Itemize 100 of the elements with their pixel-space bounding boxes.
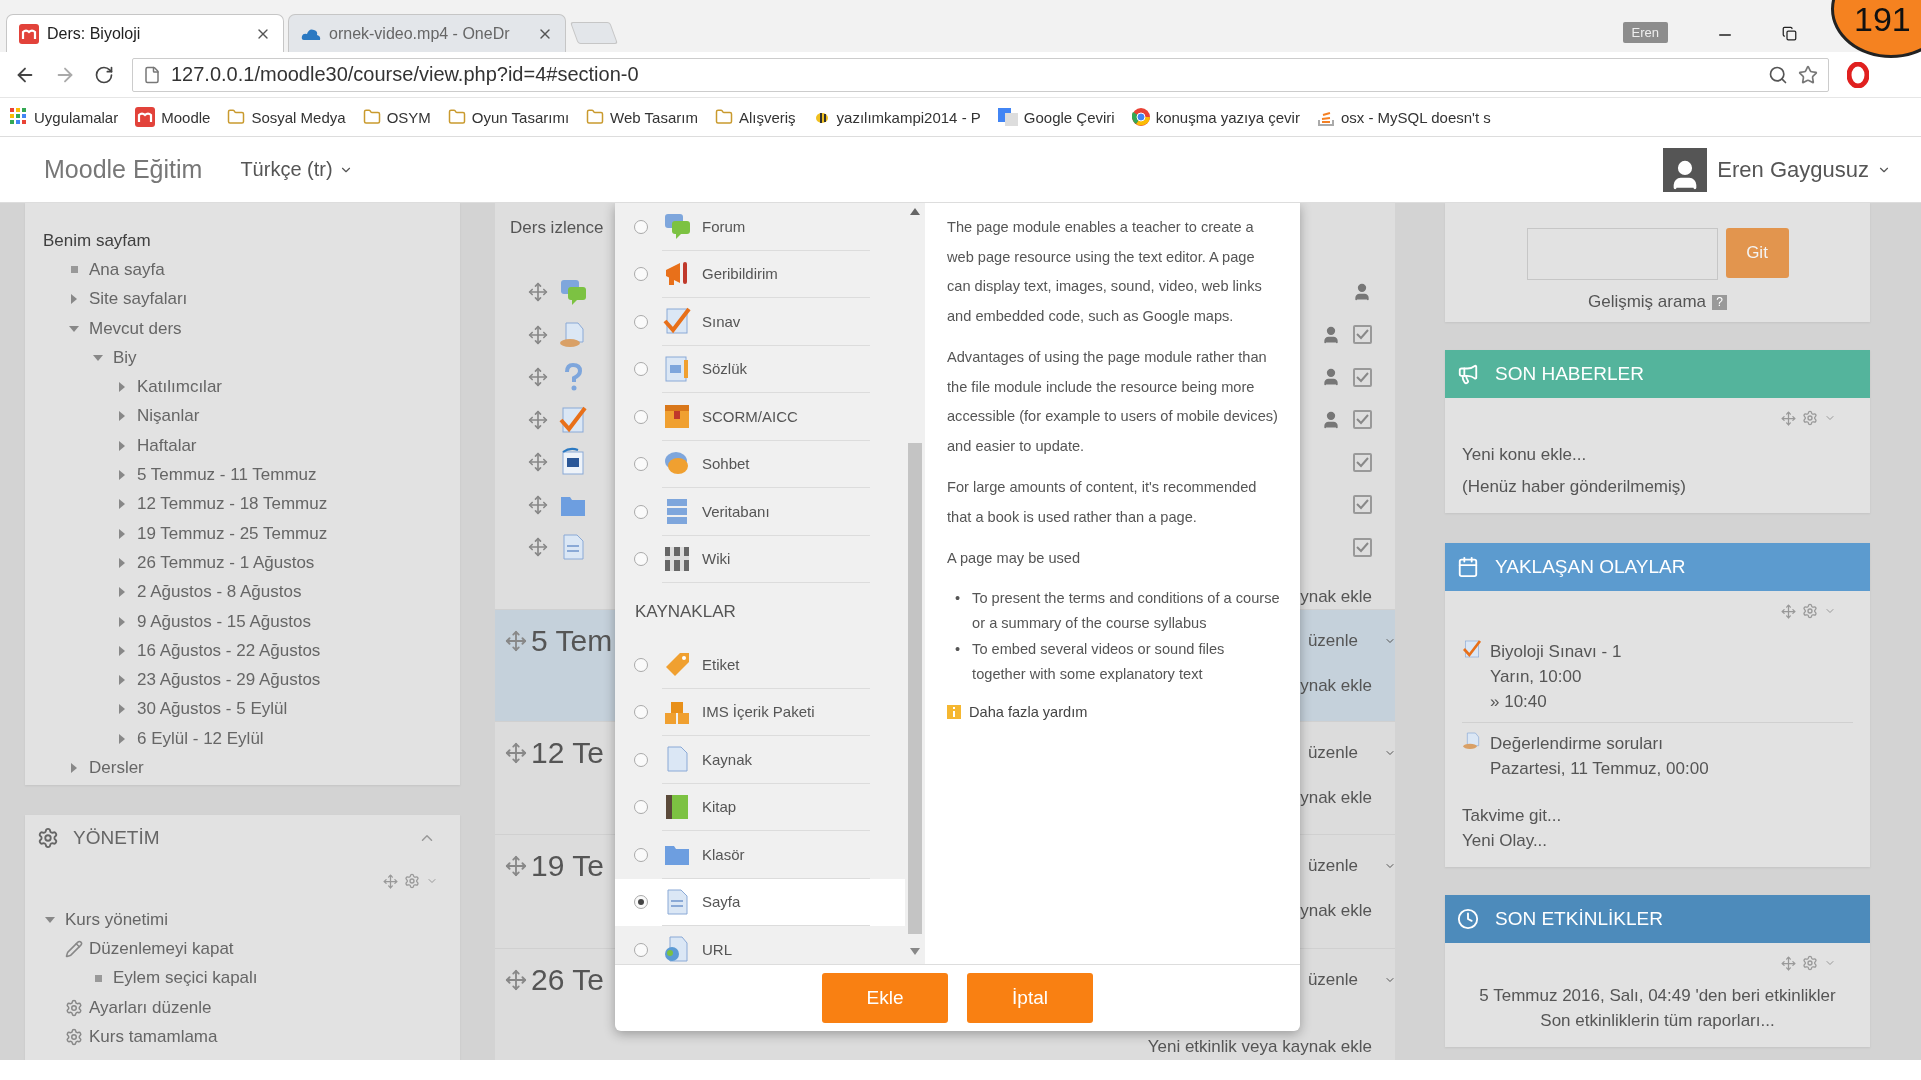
collapsed-arrow-icon[interactable] <box>117 704 127 715</box>
move-icon[interactable] <box>528 409 548 430</box>
tree-item[interactable]: 30 Ağustos - 5 Eylül <box>137 699 288 720</box>
tree-item[interactable]: Ana sayfa <box>89 259 165 280</box>
person-icon[interactable] <box>1321 367 1341 388</box>
module-option[interactable]: Sınav <box>615 298 905 346</box>
calendar-link[interactable]: Yeni Olay... <box>1462 828 1853 853</box>
bookmark[interactable]: Uygulamalar <box>10 108 119 126</box>
reload-icon[interactable] <box>94 64 114 85</box>
collapsed-arrow-icon[interactable] <box>117 382 127 393</box>
completion-checkbox[interactable] <box>1353 537 1372 557</box>
move-icon[interactable] <box>528 452 548 473</box>
radio-button[interactable] <box>634 942 648 957</box>
tree-item[interactable]: 23 Ağustos - 29 Ağustos <box>137 670 321 691</box>
restore-icon[interactable] <box>1782 26 1797 41</box>
radio-button[interactable] <box>634 752 648 767</box>
completion-checkbox[interactable] <box>1353 410 1372 430</box>
bookmark[interactable]: Google Çeviri <box>997 108 1115 126</box>
browser-tab[interactable]: ornek-video.mp4 - OneDr <box>288 14 566 52</box>
move-icon[interactable] <box>528 537 548 558</box>
more-help-link[interactable]: Daha fazla yardım <box>947 697 1088 727</box>
news-link[interactable]: Yeni konu ekle... <box>1462 442 1853 467</box>
tree-item[interactable]: Biy <box>113 347 137 368</box>
collapsed-arrow-icon[interactable] <box>117 616 127 627</box>
bookmark[interactable]: Sosyal Medya <box>227 108 346 126</box>
module-option[interactable]: Sözlük <box>615 345 905 393</box>
edit-menu[interactable]: üzenle <box>1307 969 1396 990</box>
collapsed-arrow-icon[interactable] <box>117 499 127 510</box>
tree-item[interactable]: Site sayfaları <box>89 289 188 310</box>
collapsed-arrow-icon[interactable] <box>117 557 127 568</box>
reports-link[interactable]: Son etkinliklerin tüm raporları... <box>1462 1008 1853 1033</box>
new-tab-button[interactable] <box>570 22 618 44</box>
scrollbar-thumb[interactable] <box>908 443 922 935</box>
move-icon[interactable] <box>528 367 548 388</box>
search-field[interactable] <box>1526 228 1718 280</box>
bookmark[interactable]: Moodle <box>135 107 211 127</box>
person-icon[interactable] <box>1321 409 1341 430</box>
radio-button[interactable] <box>634 409 648 424</box>
radio-button[interactable] <box>634 219 648 234</box>
radio-button[interactable] <box>634 504 648 519</box>
tree-item[interactable]: Haftalar <box>137 435 197 456</box>
move-icon[interactable] <box>505 742 527 765</box>
calendar-link[interactable]: Takvime git... <box>1462 803 1853 828</box>
add-activity-link[interactable]: ynak ekle <box>1300 901 1372 922</box>
site-title[interactable]: Moodle Eğitim <box>44 155 203 184</box>
move-icon[interactable] <box>383 873 398 889</box>
event-link[interactable]: Biyoloji Sınavı - 1 <box>1490 639 1622 664</box>
move-icon[interactable] <box>505 629 527 652</box>
collapsed-arrow-icon[interactable] <box>69 763 79 773</box>
edit-menu[interactable]: üzenle <box>1307 743 1396 764</box>
add-activity-link[interactable]: Yeni etkinlik veya kaynak ekle <box>1147 1036 1372 1057</box>
module-option[interactable]: IMS İçerik Paketi <box>615 688 905 736</box>
tree-item[interactable]: Eylem seçici kapalı <box>113 968 258 989</box>
collapsed-arrow-icon[interactable] <box>117 528 127 539</box>
move-icon[interactable] <box>528 282 548 303</box>
radio-button[interactable] <box>634 362 648 377</box>
move-icon[interactable] <box>528 324 548 345</box>
radio-button[interactable] <box>634 847 648 862</box>
advanced-search-link[interactable]: Gelişmiş arama <box>1587 292 1707 312</box>
tree-item[interactable]: 5 Temmuz - 11 Temmuz <box>137 465 317 485</box>
expanded-arrow-icon[interactable] <box>69 323 79 334</box>
settings-icon[interactable] <box>1802 955 1818 971</box>
bookmark[interactable]: Web Tasarım <box>586 108 698 126</box>
tree-item[interactable]: Katılımcılar <box>137 377 223 398</box>
zoom-icon[interactable] <box>1768 64 1788 85</box>
module-option[interactable]: URL <box>615 926 905 964</box>
radio-button[interactable] <box>634 314 648 329</box>
module-option[interactable]: Veritabanı <box>615 488 905 536</box>
collapsed-arrow-icon[interactable] <box>117 440 127 451</box>
radio-button[interactable] <box>634 657 648 672</box>
news-link[interactable]: (Henüz haber gönderilmemiş) <box>1462 474 1853 499</box>
bookmark[interactable]: Alışveriş <box>714 108 796 126</box>
person-icon[interactable] <box>1352 282 1372 303</box>
tree-item[interactable]: Kurs tamamlama <box>89 1026 218 1047</box>
tree-item[interactable]: 9 Ağustos - 15 Ağustos <box>137 611 311 632</box>
radio-button[interactable] <box>634 895 648 910</box>
move-icon[interactable] <box>528 494 548 515</box>
move-icon[interactable] <box>1781 410 1796 426</box>
module-option[interactable]: Etiket <box>615 641 905 689</box>
scroll-up-icon[interactable] <box>910 207 920 215</box>
module-option[interactable]: Kaynak <box>615 736 905 784</box>
tree-item[interactable]: Düzenlemeyi kapat <box>89 938 234 959</box>
bookmark[interactable]: Oyun Tasarımı <box>447 108 570 126</box>
settings-icon[interactable] <box>1802 410 1818 426</box>
radio-button[interactable] <box>634 552 648 567</box>
tree-item[interactable]: Kurs yönetimi <box>65 909 168 930</box>
tree-item[interactable]: 12 Temmuz - 18 Temmuz <box>137 494 328 515</box>
expanded-arrow-icon[interactable] <box>93 352 103 363</box>
module-option[interactable]: SCORM/AICC <box>615 393 905 441</box>
radio-button[interactable] <box>634 267 648 282</box>
module-option[interactable]: Sayfa <box>615 878 905 926</box>
collapsed-arrow-icon[interactable] <box>117 470 127 480</box>
radio-button[interactable] <box>634 457 648 472</box>
add-activity-link[interactable]: ynak ekle <box>1300 788 1372 809</box>
bookmark[interactable]: osx - MySQL doesn't s <box>1316 108 1491 126</box>
user-menu[interactable]: Eren Gaygusuz <box>1717 156 1891 183</box>
settings-icon[interactable] <box>1802 603 1818 619</box>
event-link[interactable]: Değerlendirme soruları <box>1490 731 1709 756</box>
person-icon[interactable] <box>1321 324 1341 345</box>
bookmark[interactable]: konuşma yazıya çevir <box>1131 108 1300 126</box>
